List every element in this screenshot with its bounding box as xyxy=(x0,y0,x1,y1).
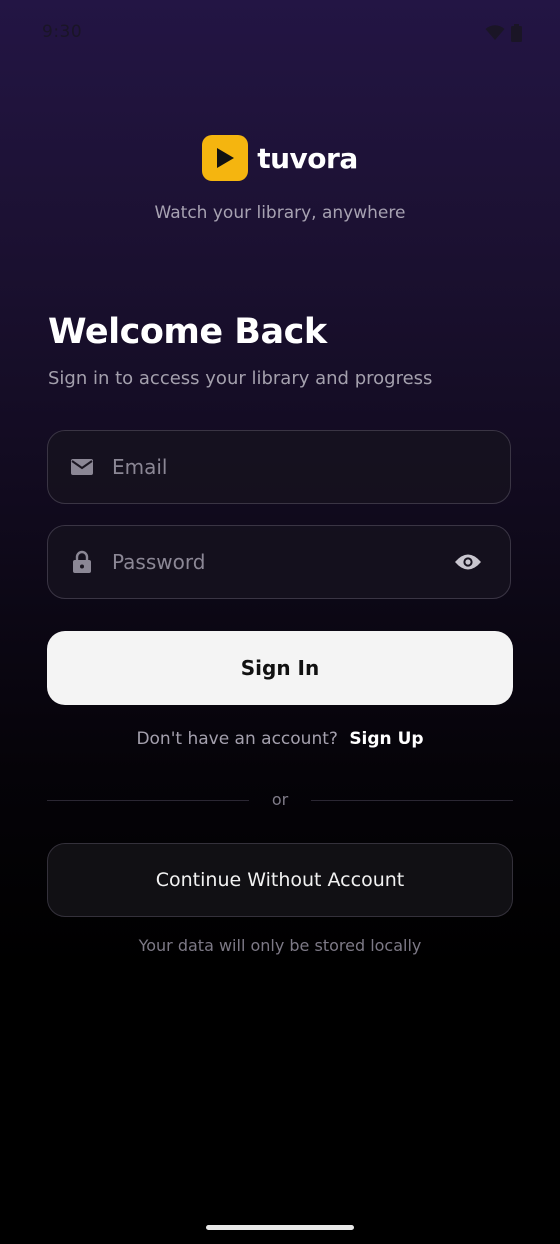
sign-up-link[interactable]: Sign Up xyxy=(349,729,423,749)
status-icons xyxy=(485,24,522,46)
signup-prompt: Don't have an account? xyxy=(136,729,338,749)
local-storage-note: Your data will only be stored locally xyxy=(138,936,422,955)
brand: tuvora xyxy=(0,135,560,181)
eye-icon[interactable] xyxy=(454,548,482,576)
page-subtitle: Sign in to access your library and progr… xyxy=(48,368,433,389)
signup-row: Don't have an account? Sign Up xyxy=(0,729,560,749)
mail-icon xyxy=(70,455,94,479)
divider: or xyxy=(47,788,513,812)
divider-line-right xyxy=(311,800,513,801)
status-bar: 9:30 xyxy=(0,0,560,66)
play-icon xyxy=(202,135,249,181)
home-indicator[interactable] xyxy=(206,1225,354,1230)
tagline: Watch your library, anywhere xyxy=(154,203,406,223)
brand-name: tuvora xyxy=(257,141,358,175)
sign-in-button[interactable]: Sign In xyxy=(47,631,513,705)
wifi-icon xyxy=(485,25,505,45)
status-time: 9:30 xyxy=(42,22,83,42)
page-title: Welcome Back xyxy=(48,312,327,352)
email-field[interactable] xyxy=(47,430,511,504)
continue-without-account-button[interactable]: Continue Without Account xyxy=(47,843,513,917)
password-input[interactable] xyxy=(112,526,440,598)
password-field[interactable] xyxy=(47,525,511,599)
battery-icon xyxy=(511,24,522,46)
email-input[interactable] xyxy=(112,431,440,503)
lock-icon xyxy=(70,550,94,574)
